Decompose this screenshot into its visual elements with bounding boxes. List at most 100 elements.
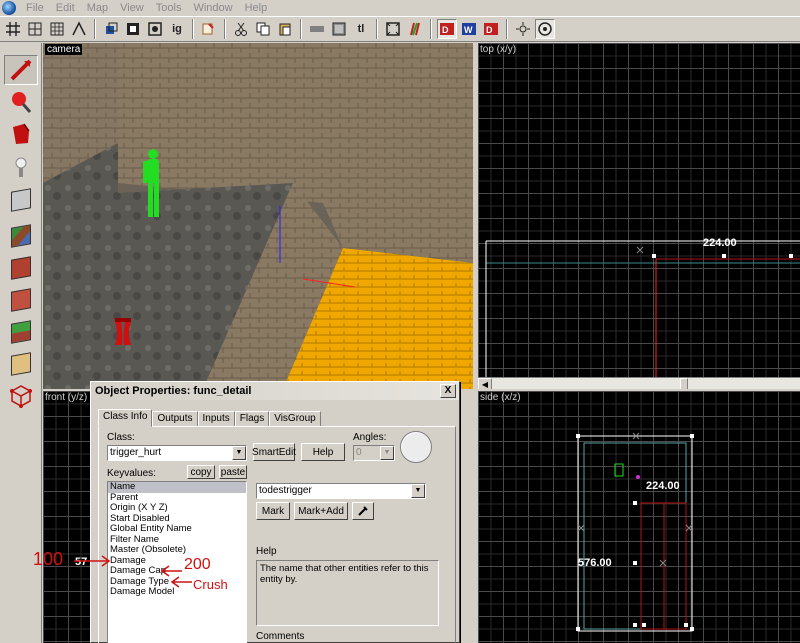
class-value: trigger_hurt: [110, 447, 162, 458]
dialog-title[interactable]: Object Properties: func_detail: [91, 382, 459, 400]
circle-icon[interactable]: [145, 19, 165, 39]
copy-icon[interactable]: [253, 19, 273, 39]
paste-button[interactable]: paste: [219, 465, 247, 479]
object-properties-dialog: Object Properties: func_detail X Class I…: [90, 381, 460, 643]
svg-text:D: D: [442, 25, 449, 35]
list-item[interactable]: Master (Obsolete): [108, 544, 246, 556]
square-icon[interactable]: [123, 19, 143, 39]
hollow-icon[interactable]: D: [481, 19, 501, 39]
mark-button[interactable]: Mark: [256, 502, 290, 520]
angles-select[interactable]: 0 ▼: [353, 445, 395, 461]
toolbar-separator: [192, 19, 194, 39]
viewport-label-front: front (y/z): [45, 392, 88, 403]
menu-view[interactable]: View: [114, 0, 150, 16]
help-label: Help: [256, 546, 277, 557]
copy-button[interactable]: copy: [187, 465, 215, 479]
dim-label-width: 224.00: [646, 480, 680, 492]
tab-class-info[interactable]: Class Info: [98, 409, 153, 427]
keyvalues-label: Keyvalues:: [107, 468, 156, 479]
menu-help[interactable]: Help: [239, 0, 274, 16]
gear-small-icon[interactable]: [513, 19, 533, 39]
list-item[interactable]: Global Entity Name: [108, 523, 246, 535]
dim-label-width: 224.00: [703, 237, 737, 249]
top-viewport[interactable]: top (x/y) 224.00: [478, 43, 800, 377]
clip-tool-icon[interactable]: [4, 349, 38, 379]
value-text: todestrigger: [259, 485, 312, 496]
tab-flags[interactable]: Flags: [234, 411, 270, 427]
menu-map[interactable]: Map: [81, 0, 114, 16]
toolbar-separator: [94, 19, 96, 39]
angles-label: Angles:: [353, 432, 387, 443]
tl-button[interactable]: tl: [351, 19, 371, 39]
toolbar-separator: [376, 19, 378, 39]
keyvalues-list[interactable]: Name Parent Origin (X Y Z) Start Disable…: [107, 481, 247, 643]
hammer-editor-window: File Edit Map View Tools Window Help ig …: [0, 0, 800, 643]
run-icon[interactable]: [405, 19, 425, 39]
snap-icon[interactable]: [69, 19, 89, 39]
menu-file[interactable]: File: [20, 0, 50, 16]
mark-add-button[interactable]: Mark+Add: [294, 502, 348, 520]
overlay-tool-icon[interactable]: [4, 317, 38, 347]
ig-button[interactable]: ig: [167, 19, 187, 39]
grid-icon[interactable]: [3, 19, 23, 39]
arrow-icon: [170, 576, 192, 588]
eyedropper-icon[interactable]: [352, 502, 374, 520]
list-item[interactable]: Name: [108, 482, 246, 493]
cut-icon[interactable]: [231, 19, 251, 39]
3d-grid-icon[interactable]: [101, 19, 121, 39]
paste-icon[interactable]: [275, 19, 295, 39]
arrow-icon: [74, 555, 111, 567]
vertex-tool-icon[interactable]: [4, 381, 38, 411]
selection-icon[interactable]: [199, 19, 219, 39]
angles-value: 0: [356, 447, 362, 458]
block-tool-icon[interactable]: [4, 185, 38, 215]
tab-inputs[interactable]: Inputs: [197, 411, 235, 427]
entity-tool-icon[interactable]: [4, 153, 38, 183]
side-viewport[interactable]: side (x/z) 224.00 576.00: [478, 391, 800, 643]
flat-icon[interactable]: [307, 19, 327, 39]
tab-visgroup[interactable]: VisGroup: [269, 411, 321, 427]
svg-text:D: D: [486, 25, 493, 35]
menu-window[interactable]: Window: [187, 0, 238, 16]
viewport-splitter-vertical[interactable]: [473, 43, 478, 643]
keyvalue-value-field[interactable]: todestrigger ▼: [256, 483, 426, 499]
selection-tool-icon[interactable]: [4, 55, 38, 85]
carve-icon[interactable]: W: [459, 19, 479, 39]
camera-viewport[interactable]: camera: [43, 43, 473, 389]
texture-icon[interactable]: [383, 19, 403, 39]
smartedit-button[interactable]: SmartEdit: [252, 443, 296, 461]
annotation-damage-cap-value: 200: [184, 556, 211, 573]
menu-tools[interactable]: Tools: [150, 0, 188, 16]
chevron-down-icon[interactable]: ▼: [411, 484, 425, 498]
toolbar-separator: [430, 19, 432, 39]
chevron-down-icon[interactable]: ▼: [380, 446, 394, 460]
dim-label-height: 576.00: [578, 557, 612, 569]
toolbar-separator: [506, 19, 508, 39]
apply-texture-icon[interactable]: [4, 253, 38, 283]
chevron-down-icon[interactable]: ▼: [232, 446, 246, 460]
grid-big-icon[interactable]: [47, 19, 67, 39]
target-icon[interactable]: [535, 19, 555, 39]
help-button[interactable]: Help: [301, 443, 345, 461]
toolbar-separator: [224, 19, 226, 39]
help-text-box: The name that other entities refer to th…: [256, 560, 439, 626]
hand-icon[interactable]: [329, 19, 349, 39]
camera-tool-icon[interactable]: [4, 119, 38, 149]
close-button[interactable]: X: [440, 384, 456, 398]
dialog-tabs: Class Info Outputs Inputs Flags VisGroup: [98, 409, 321, 427]
magnify-tool-icon[interactable]: [4, 87, 38, 117]
viewport-label-camera: camera: [45, 44, 83, 55]
svg-text:W: W: [464, 25, 473, 35]
list-item[interactable]: Origin (X Y Z): [108, 502, 246, 514]
front-vertical-scrollbar[interactable]: [460, 391, 473, 643]
cordon-icon[interactable]: D: [437, 19, 457, 39]
class-select[interactable]: trigger_hurt ▼: [107, 445, 247, 461]
texture-tool-icon[interactable]: [4, 221, 38, 251]
menu-edit[interactable]: Edit: [50, 0, 81, 16]
angle-dial[interactable]: [400, 431, 432, 463]
top-view-brushes: [485, 240, 800, 377]
tab-outputs[interactable]: Outputs: [152, 411, 198, 427]
side-view-brushes: [576, 432, 694, 632]
grid-fine-icon[interactable]: [25, 19, 45, 39]
decal-tool-icon[interactable]: [4, 285, 38, 315]
